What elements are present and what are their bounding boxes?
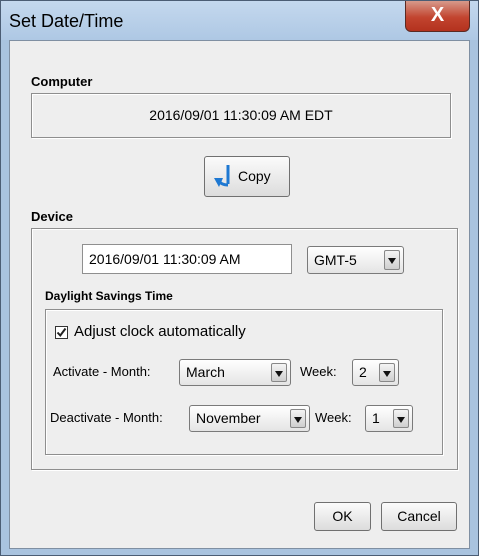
- deactivate-month-value: November: [196, 410, 261, 426]
- computer-datetime: 2016/09/01 11:30:09 AM EDT: [149, 107, 333, 123]
- arrow-down-icon: [214, 165, 230, 187]
- chevron-down-icon: [271, 363, 287, 382]
- chevron-down-icon: [384, 250, 400, 270]
- activate-week-value: 2: [359, 364, 367, 380]
- close-icon: X: [430, 4, 445, 26]
- dst-label: Daylight Savings Time: [45, 289, 173, 303]
- chevron-down-icon: [379, 363, 395, 382]
- deactivate-week-select[interactable]: 1: [365, 405, 413, 432]
- checkmark-icon: [56, 327, 67, 338]
- device-label: Device: [31, 209, 73, 224]
- window-title: Set Date/Time: [9, 11, 124, 31]
- activate-week-select[interactable]: 2: [352, 359, 399, 386]
- deactivate-week-label: Week:: [315, 410, 352, 425]
- ok-button[interactable]: OK: [314, 502, 371, 531]
- computer-datetime-box: 2016/09/01 11:30:09 AM EDT: [31, 93, 451, 138]
- close-button[interactable]: X: [405, 1, 470, 32]
- title-bar[interactable]: Set Date/Time X: [1, 1, 478, 40]
- activate-week-label: Week:: [300, 364, 337, 379]
- adjust-clock-label: Adjust clock automatically: [74, 323, 246, 340]
- set-datetime-window: Set Date/Time X Computer 2016/09/01 11:3…: [0, 0, 479, 556]
- chevron-down-icon: [393, 409, 409, 428]
- deactivate-week-value: 1: [372, 410, 380, 426]
- timezone-select[interactable]: GMT-5: [307, 246, 404, 274]
- copy-button[interactable]: Copy: [204, 156, 290, 197]
- device-datetime-field[interactable]: 2016/09/01 11:30:09 AM: [82, 244, 292, 274]
- cancel-button[interactable]: Cancel: [381, 502, 457, 531]
- timezone-value: GMT-5: [314, 252, 357, 268]
- adjust-clock-checkbox[interactable]: [55, 326, 68, 339]
- activate-month-value: March: [186, 364, 225, 380]
- chevron-down-icon: [290, 409, 306, 428]
- activate-month-label: Activate - Month:: [53, 364, 151, 379]
- device-group: 2016/09/01 11:30:09 AM GMT-5 Daylight Sa…: [31, 228, 458, 470]
- dst-group: Adjust clock automatically Activate - Mo…: [45, 309, 443, 455]
- deactivate-month-label: Deactivate - Month:: [50, 410, 163, 425]
- deactivate-month-select[interactable]: November: [189, 405, 310, 432]
- computer-label: Computer: [31, 74, 93, 89]
- activate-month-select[interactable]: March: [179, 359, 291, 386]
- dialog-body: Computer 2016/09/01 11:30:09 AM EDT Copy…: [9, 40, 470, 549]
- copy-button-label: Copy: [238, 168, 271, 184]
